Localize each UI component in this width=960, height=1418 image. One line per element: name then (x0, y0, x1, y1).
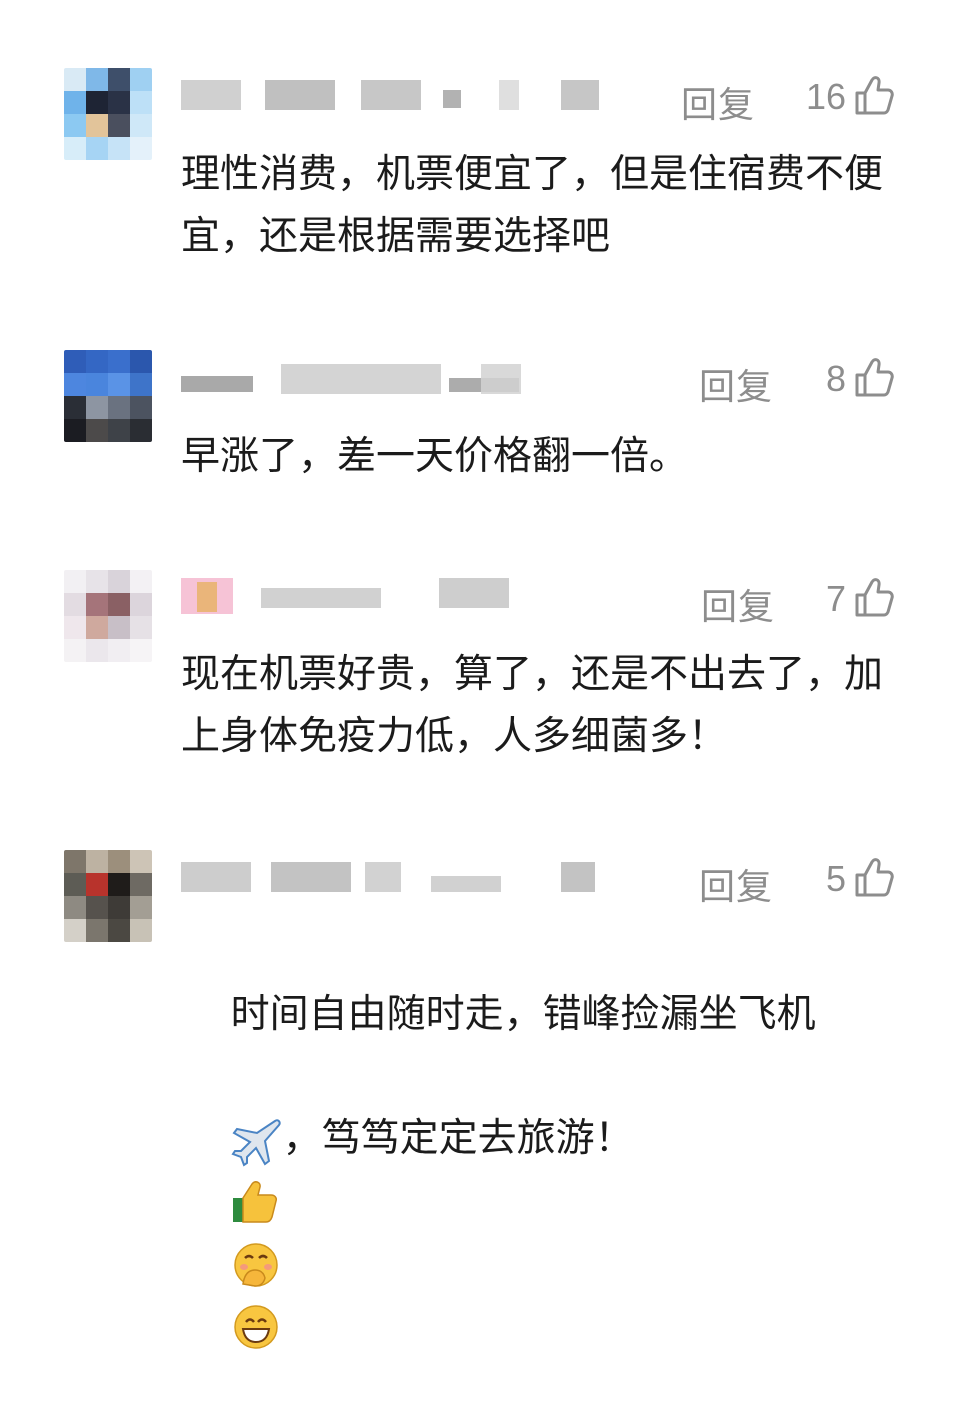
avatar-mosaic-cell (64, 850, 86, 873)
thumbs-up-outline-icon[interactable] (854, 74, 894, 116)
avatar-mosaic-cell (64, 919, 86, 942)
avatar-mosaic-cell (108, 373, 130, 396)
avatar-mosaic-cell (64, 373, 86, 396)
avatar-mosaic-cell (130, 350, 152, 373)
avatar-mosaic-cell (130, 919, 152, 942)
face-with-hand-over-mouth-emoji (233, 1242, 278, 1287)
avatar-mosaic-cell (86, 896, 108, 919)
like-count: 8 (825, 358, 846, 399)
avatar[interactable] (64, 570, 152, 662)
avatar-mosaic-cell (130, 850, 152, 873)
avatar-mosaic-cell (86, 373, 108, 396)
username-blurred[interactable] (181, 80, 601, 116)
avatar-mosaic-cell (130, 91, 152, 114)
avatar-mosaic-cell (130, 570, 152, 593)
avatar-mosaic-cell (86, 396, 108, 419)
reply-button[interactable]: 回复 (681, 76, 755, 128)
grinning-face-emoji (233, 1304, 278, 1349)
avatar-mosaic-cell (108, 639, 130, 662)
username-blurred[interactable] (181, 578, 601, 614)
comment-text: 理性消费，机票便宜了，但是住宿费不便宜，还是根据需要选择吧 (181, 152, 884, 259)
avatar-mosaic-cell (130, 896, 152, 919)
thumbs-up-outline-icon[interactable] (854, 576, 894, 618)
reply-button[interactable]: 回复 (701, 578, 775, 630)
like-count: 16 (805, 76, 846, 117)
avatar-mosaic-cell (86, 850, 108, 873)
airplane-emoji (231, 1118, 281, 1167)
username-blurred[interactable] (181, 862, 601, 898)
avatar-mosaic-cell (108, 873, 130, 896)
avatar-mosaic-cell (130, 114, 152, 137)
username-blurred[interactable] (181, 364, 601, 400)
avatar-mosaic-cell (86, 137, 108, 160)
avatar-mosaic-cell (86, 419, 108, 442)
avatar-mosaic-cell (108, 419, 130, 442)
avatar-mosaic-cell (86, 68, 108, 91)
avatar-mosaic-cell (64, 616, 86, 639)
like-count: 5 (825, 858, 846, 899)
avatar-mosaic-cell (64, 137, 86, 160)
avatar-mosaic-cell (108, 114, 130, 137)
avatar-mosaic-cell (86, 873, 108, 896)
thumbs-up-outline-icon[interactable] (854, 856, 894, 898)
avatar-mosaic-cell (130, 616, 152, 639)
avatar-mosaic-cell (64, 68, 86, 91)
avatar-mosaic-cell (64, 570, 86, 593)
avatar-mosaic-cell (86, 639, 108, 662)
avatar-mosaic-cell (130, 593, 152, 616)
avatar-mosaic-cell (130, 873, 152, 896)
comment-text: 早涨了，差一天价格翻一倍。 (181, 434, 689, 479)
comment-text: 现在机票好贵，算了，还是不出去了，加上身体免疫力低，人多细菌多！ (181, 652, 884, 759)
avatar-mosaic-cell (108, 570, 130, 593)
avatar-mosaic-cell (108, 68, 130, 91)
avatar-mosaic-cell (108, 137, 130, 160)
avatar-mosaic-cell (108, 593, 130, 616)
reply-button[interactable]: 回复 (699, 858, 773, 910)
avatar-mosaic-cell (64, 419, 86, 442)
comment-text: 时间自由随时走，错峰捡漏坐飞机 ，笃笃定定去旅游！ (181, 922, 911, 1418)
avatar[interactable] (64, 350, 152, 442)
avatar-mosaic-cell (108, 350, 130, 373)
avatar-mosaic-cell (86, 114, 108, 137)
avatar-mosaic-cell (64, 396, 86, 419)
avatar-mosaic-cell (86, 91, 108, 114)
avatar-mosaic-cell (64, 114, 86, 137)
avatar-mosaic-cell (130, 373, 152, 396)
avatar[interactable] (64, 68, 152, 160)
reply-button[interactable]: 回复 (699, 358, 773, 410)
comment-text-line2: ，笃笃定定去旅游！ (282, 1116, 634, 1161)
avatar-mosaic-cell (130, 68, 152, 91)
avatar-mosaic-cell (64, 873, 86, 896)
avatar-mosaic-cell (64, 91, 86, 114)
thumbs-up-outline-icon[interactable] (854, 356, 894, 398)
avatar[interactable] (64, 850, 152, 942)
thumbs-up-emoji (232, 1180, 277, 1223)
avatar-mosaic-cell (108, 896, 130, 919)
avatar-mosaic-cell (86, 350, 108, 373)
avatar-mosaic-cell (64, 896, 86, 919)
avatar-mosaic-cell (108, 919, 130, 942)
like-count: 7 (825, 578, 846, 619)
comment-text-line1: 时间自由随时走，错峰捡漏坐飞机 (230, 992, 816, 1037)
avatar-mosaic-cell (108, 396, 130, 419)
avatar-mosaic-cell (86, 919, 108, 942)
avatar-mosaic-cell (86, 570, 108, 593)
avatar-mosaic-cell (64, 639, 86, 662)
avatar-mosaic-cell (86, 593, 108, 616)
avatar-mosaic-cell (130, 639, 152, 662)
avatar-mosaic-cell (64, 350, 86, 373)
avatar-mosaic-cell (108, 850, 130, 873)
avatar-mosaic-cell (108, 91, 130, 114)
avatar-mosaic-cell (130, 137, 152, 160)
avatar-mosaic-cell (64, 593, 86, 616)
avatar-mosaic-cell (130, 419, 152, 442)
avatar-mosaic-cell (108, 616, 130, 639)
avatar-mosaic-cell (86, 616, 108, 639)
avatar-mosaic-cell (130, 396, 152, 419)
